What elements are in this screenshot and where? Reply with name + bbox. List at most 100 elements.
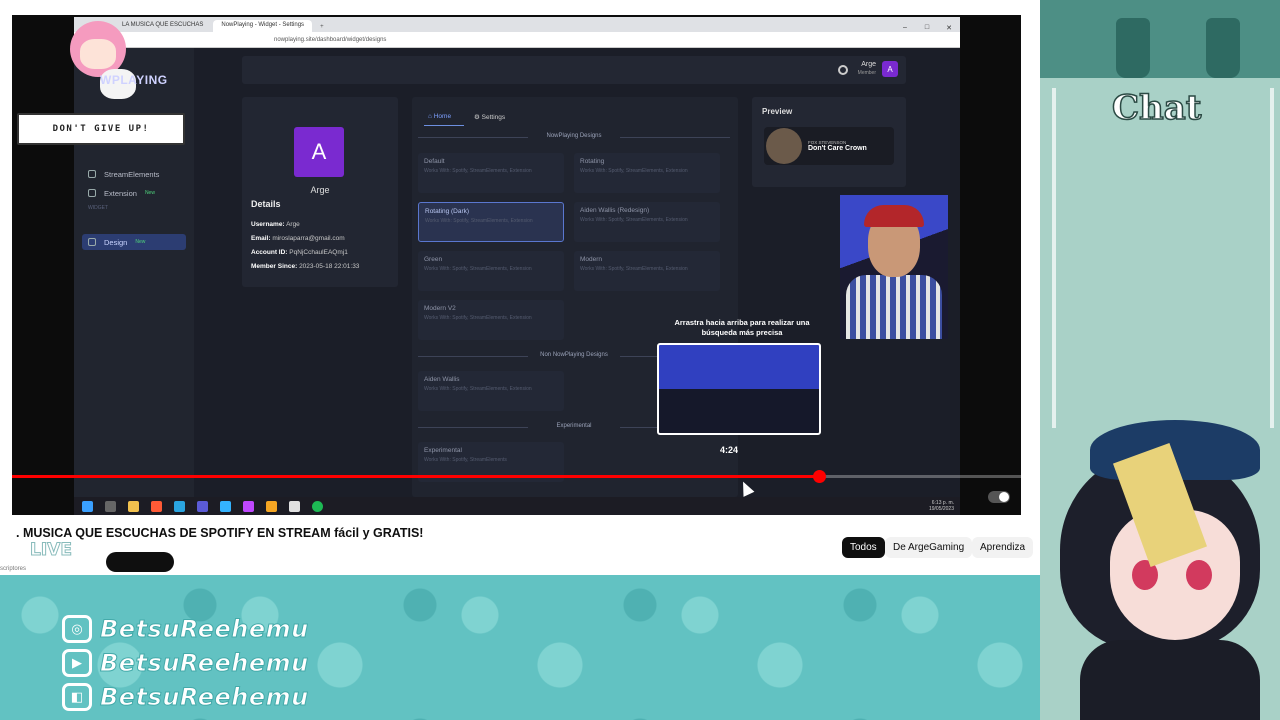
avatar: A <box>882 61 898 77</box>
detail-row: Account ID: PqNjCchaulEAQmj1 <box>251 249 348 256</box>
chip-learning[interactable]: Aprendiza <box>972 537 1034 558</box>
video-title: . MUSICA QUE ESCUCHAS DE SPOTIFY EN STRE… <box>16 526 424 540</box>
social-row-instagram: ◎ BetsuReehemu <box>62 612 309 646</box>
video-player[interactable]: LA MUSICA QUE ESCUCHAS NowPlaying - Widg… <box>12 15 1021 515</box>
top-bar: Arge Member A <box>242 56 906 84</box>
tab-settings[interactable]: ⚙ Settings <box>474 113 505 122</box>
design-card[interactable]: Aiden Wallis (Redesign) Works With: Spoti… <box>574 202 720 242</box>
live-badge: LIVE <box>30 540 73 561</box>
sidebar-item-design[interactable]: Design New <box>82 234 186 250</box>
social-row-twitch: ◧ BetsuReehemu <box>62 680 309 714</box>
webcam-feed <box>840 195 948 339</box>
preview-panel: Preview FOX STEVENSON Don't Care Crown <box>752 97 906 187</box>
autoplay-toggle[interactable] <box>988 491 1010 503</box>
nowplaying-logo: WPLAYING <box>100 73 168 87</box>
telegram-icon[interactable] <box>174 500 185 512</box>
spotify-icon[interactable] <box>312 500 323 512</box>
app-icon[interactable] <box>266 500 277 512</box>
sidebar-item-extension[interactable]: Extension New <box>82 185 186 201</box>
design-card[interactable]: Default Works With: Spotify, StreamElemen… <box>418 153 564 193</box>
lantern-icon <box>1116 18 1150 78</box>
anime-sticker <box>60 17 140 107</box>
design-card-selected[interactable]: Rotating (Dark) Works With: Spotify, Stre… <box>418 202 564 242</box>
sidebar-item-label: Design <box>104 237 128 247</box>
browser-tab-active[interactable]: NowPlaying - Widget - Settings <box>213 20 313 32</box>
window-controls: – □ ✕ <box>894 24 960 32</box>
instagram-icon: ◎ <box>62 615 92 643</box>
sidebar-section-title: Widget <box>88 205 108 211</box>
nowplaying-dashboard: StreamElements Extension New Widget Desi… <box>74 48 960 497</box>
youtube-icon: ▶ <box>62 649 92 677</box>
preview-heading: Preview <box>762 107 793 116</box>
chat-frame <box>1052 88 1274 428</box>
detail-row: Member Since: 2023-05-18 22:01:33 <box>251 263 360 270</box>
sidebar-item-label: StreamElements <box>104 169 160 179</box>
user-menu[interactable]: Arge Member A <box>858 61 898 77</box>
tab-home[interactable]: ⌂ Home <box>428 113 451 120</box>
social-row-youtube: ▶ BetsuReehemu <box>62 646 309 680</box>
subscriber-count: scriptores <box>0 566 27 572</box>
album-art <box>766 128 802 164</box>
progress-fill <box>12 475 820 478</box>
social-handle: BetsuReehemu <box>100 615 309 644</box>
subscribe-button[interactable] <box>106 552 174 572</box>
design-card[interactable]: Green Works With: Spotify, StreamElements… <box>418 251 564 291</box>
folder-icon[interactable] <box>128 500 139 512</box>
close-icon[interactable]: ✕ <box>938 24 960 32</box>
address-bar[interactable]: nowplaying.site/dashboard/widget/designs <box>74 32 960 48</box>
scrub-preview-thumbnail <box>657 343 821 435</box>
section-heading: NowPlaying Designs <box>418 133 730 139</box>
user-role: Member <box>857 70 876 76</box>
sidebar-item-label: Extension <box>104 188 137 198</box>
designs-panel: ⌂ Home ⚙ Settings NowPlaying Designs Def… <box>412 97 738 497</box>
captured-browser-window: LA MUSICA QUE ESCUCHAS NowPlaying - Widg… <box>74 17 960 497</box>
chip-channel[interactable]: De ArgeGaming <box>885 537 973 558</box>
motivational-sticker: DON'T GIVE UP! <box>17 113 185 145</box>
social-handle: BetsuReehemu <box>100 683 309 712</box>
design-card[interactable]: Modern V2 Works With: Spotify, StreamElem… <box>418 300 564 340</box>
profile-card: A Arge Details Username: Arge Email: mir… <box>242 97 398 287</box>
design-card[interactable]: Modern Works With: Spotify, StreamElement… <box>574 251 720 291</box>
vtuber-avatar <box>1050 390 1280 720</box>
windows-taskbar: 6:13 p. m. 19/05/2023 <box>74 497 960 515</box>
windows-start-icon[interactable] <box>82 500 93 512</box>
minimize-icon[interactable]: – <box>894 24 916 32</box>
youtube-page: LA MUSICA QUE ESCUCHAS NowPlaying - Widg… <box>0 0 1040 575</box>
design-icon <box>88 238 96 246</box>
now-playing-card: FOX STEVENSON Don't Care Crown <box>764 127 894 165</box>
profile-name: Arge <box>310 185 330 195</box>
headphones-icon <box>88 189 96 197</box>
design-card[interactable]: Aiden Wallis Works With: Spotify, StreamE… <box>418 371 564 411</box>
app-icon[interactable] <box>243 500 254 512</box>
song-title: Don't Care Crown <box>808 145 867 152</box>
new-tab-button[interactable]: + <box>314 22 330 32</box>
detail-row: Username: Arge <box>251 221 300 228</box>
new-badge: New <box>144 190 155 196</box>
details-heading: Details <box>251 199 281 209</box>
search-icon[interactable] <box>105 500 116 512</box>
app-icon[interactable] <box>220 500 231 512</box>
taskbar-clock: 6:13 p. m. 19/05/2023 <box>928 500 954 512</box>
obs-icon[interactable] <box>289 500 300 512</box>
progress-bar[interactable] <box>12 470 1021 483</box>
sidebar-item-streamelements[interactable]: StreamElements <box>82 166 186 182</box>
decorative-header <box>1040 0 1280 78</box>
chat-title: Chat <box>1111 87 1202 129</box>
browser-tab-strip: LA MUSICA QUE ESCUCHAS NowPlaying - Widg… <box>74 17 960 32</box>
profile-avatar: A <box>294 127 344 177</box>
twitch-icon: ◧ <box>62 683 92 711</box>
app-icon[interactable] <box>197 500 208 512</box>
active-tab-indicator <box>424 125 464 126</box>
scrub-hint: Arrastra hacia arriba para realizar una … <box>674 318 810 337</box>
streamelements-icon <box>88 170 96 178</box>
social-links: ◎ BetsuReehemu ▶ BetsuReehemu ◧ BetsuRee… <box>62 612 309 714</box>
chip-all[interactable]: Todos <box>842 537 885 558</box>
design-card[interactable]: Rotating Works With: Spotify, StreamEleme… <box>574 153 720 193</box>
maximize-icon[interactable]: □ <box>916 24 938 32</box>
theme-toggle-icon[interactable] <box>838 65 848 75</box>
scrub-time: 4:24 <box>720 445 739 455</box>
detail-row: Email: miroslaparra@gmail.com <box>251 235 345 242</box>
brave-icon[interactable] <box>151 500 162 512</box>
lantern-icon <box>1206 18 1240 78</box>
user-name: Arge <box>861 61 876 68</box>
